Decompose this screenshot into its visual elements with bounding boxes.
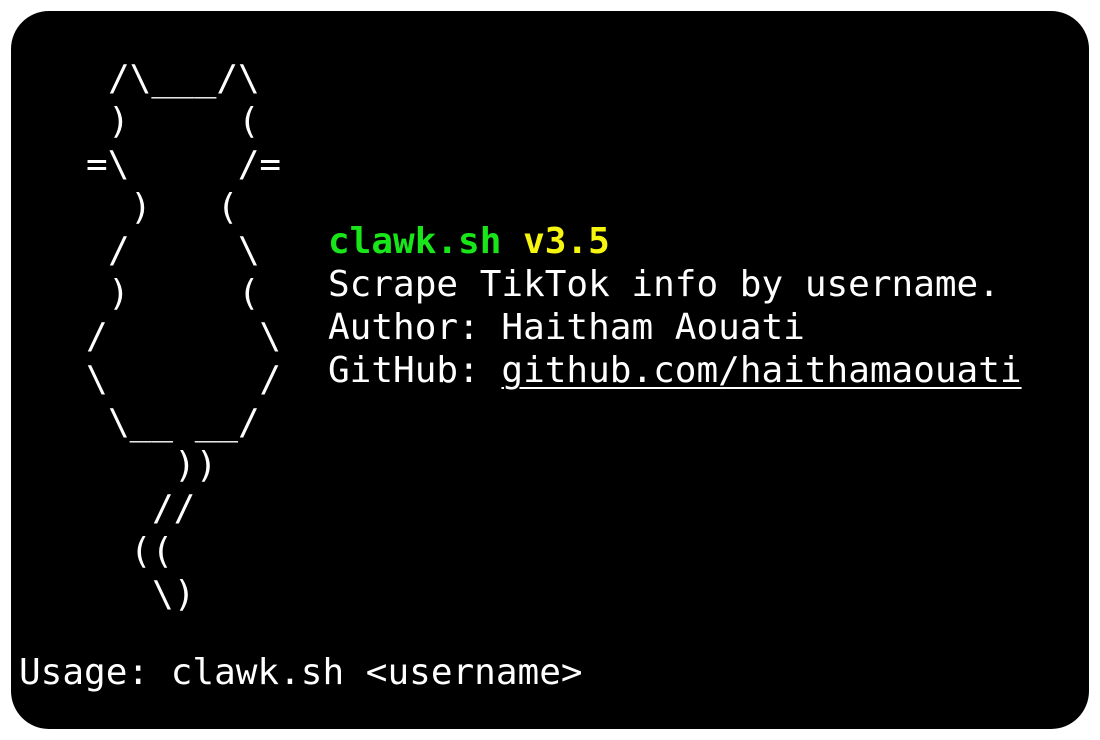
ascii-art-line: \__ __/: [108, 402, 260, 443]
usage-command: clawk.sh <username>: [170, 652, 583, 693]
ascii-art-line: /\___/\: [108, 58, 260, 99]
ascii-art-line: ((: [130, 531, 174, 572]
github-label: GitHub:: [328, 350, 480, 391]
ascii-art-line: / \: [86, 316, 282, 357]
ascii-art-line: =\ /=: [86, 144, 282, 185]
ascii-art-line: \ /: [86, 359, 282, 400]
author-value: Haitham Aouati: [501, 307, 805, 348]
author-label: Author:: [328, 307, 480, 348]
terminal-window: /\___/\ ) ( =\ /= ) ( / \ ) ( / \ \ / \_…: [11, 11, 1089, 729]
script-version: v3.5: [523, 221, 610, 262]
title-line: clawk.sh v3.5: [328, 220, 1022, 263]
github-link[interactable]: github.com/haithamaouati: [501, 350, 1021, 391]
ascii-art-line: \): [152, 574, 196, 615]
description-line: Scrape TikTok info by username.: [328, 264, 1000, 305]
usage-label: Usage:: [19, 652, 150, 693]
author-line: Author: Haitham Aouati: [328, 306, 1022, 349]
script-info: clawk.sh v3.5 Scrape TikTok info by user…: [328, 220, 1022, 392]
ascii-art-line: / \: [108, 230, 260, 271]
ascii-art-line: ) (: [108, 101, 260, 142]
github-line: GitHub: github.com/haithamaouati: [328, 349, 1022, 392]
script-name: clawk.sh: [328, 221, 502, 262]
ascii-art-line: ) (: [108, 273, 260, 314]
usage-line: Usage: clawk.sh <username>: [19, 651, 583, 695]
ascii-art-line: ) (: [130, 187, 239, 228]
ascii-art-line: //: [152, 488, 196, 529]
ascii-art-line: )): [174, 445, 218, 486]
